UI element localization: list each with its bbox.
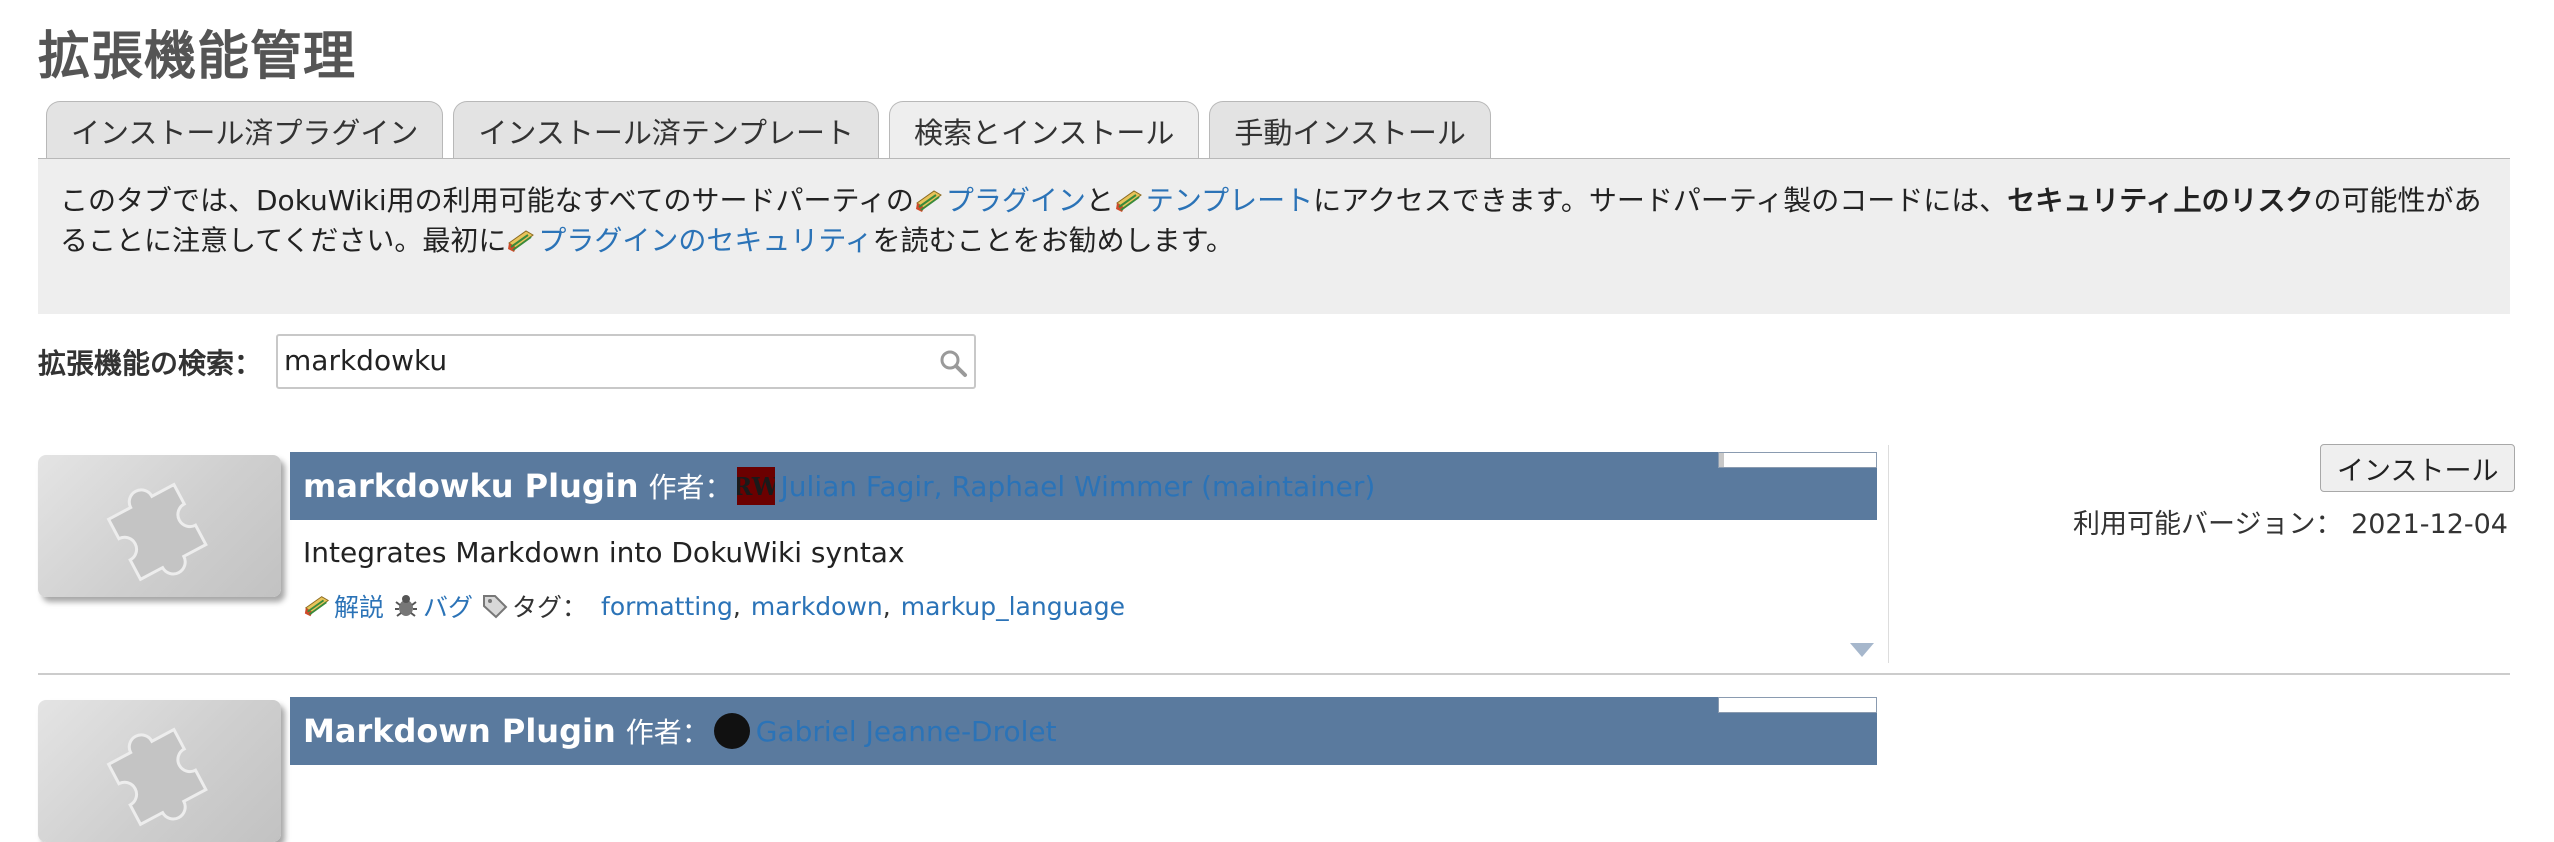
plugins-link[interactable]: プラグイン bbox=[946, 184, 1086, 217]
tag-link-formatting[interactable]: formatting bbox=[601, 592, 733, 621]
bugs-link[interactable]: バグ bbox=[423, 588, 473, 624]
wiki-link-icon bbox=[304, 596, 330, 617]
author-label: 作者： bbox=[648, 471, 733, 504]
docs-link[interactable]: 解説 bbox=[334, 588, 384, 624]
tag-separator: , bbox=[732, 591, 741, 621]
extension-header: Markdown Plugin 作者： Gabriel Jeanne-Drole… bbox=[290, 697, 1877, 765]
security-risk-text: セキュリティ上のリスク bbox=[2007, 184, 2314, 217]
tab-installed-templates[interactable]: インストール済テンプレート bbox=[453, 101, 879, 159]
tag-link-markup-language[interactable]: markup_language bbox=[901, 592, 1125, 621]
author-link[interactable]: Julian Fagir, Raphael Wimmer (maintainer… bbox=[781, 470, 1376, 503]
version-value: 2021-12-04 bbox=[2351, 509, 2508, 540]
expand-details-icon[interactable] bbox=[1849, 642, 1875, 658]
intro-text-2: と bbox=[1085, 184, 1114, 217]
author-link[interactable]: Gabriel Jeanne-Drolet bbox=[756, 715, 1057, 748]
extension-name: Markdown Plugin bbox=[303, 712, 616, 750]
page-title: 拡張機能管理 bbox=[38, 27, 357, 87]
puzzle-piece-icon bbox=[106, 727, 208, 827]
search-row: 拡張機能の検索： bbox=[38, 334, 977, 389]
templates-link[interactable]: テンプレート bbox=[1146, 184, 1313, 217]
author-avatar: RW bbox=[736, 467, 775, 505]
tags-label: タグ： bbox=[512, 593, 588, 622]
popularity-bar bbox=[1718, 452, 1877, 468]
wiki-link-icon bbox=[1115, 190, 1142, 212]
tag-icon bbox=[483, 595, 508, 619]
intro-text-3: にアクセスできます。サードパーティ製のコードには、 bbox=[1313, 184, 2008, 217]
available-version: 利用可能バージョン： 2021-12-04 bbox=[2073, 502, 2508, 541]
extension-header: markdowku Plugin 作者： RW Julian Fagir, Ra… bbox=[290, 452, 1877, 520]
plugin-security-link[interactable]: プラグインのセキュリティ bbox=[538, 224, 872, 257]
intro-text-1: このタブでは、DokuWiki用の利用可能なすべてのサードパーティの bbox=[60, 184, 914, 217]
bug-icon bbox=[395, 595, 418, 617]
wiki-link-icon bbox=[508, 230, 535, 252]
author-label: 作者： bbox=[625, 716, 710, 749]
extension-name: markdowku Plugin bbox=[303, 467, 639, 505]
result-divider bbox=[38, 673, 2510, 675]
tag-link-markdown[interactable]: markdown bbox=[751, 592, 883, 621]
search-label: 拡張機能の検索： bbox=[38, 346, 263, 380]
extension-description: Integrates Markdown into DokuWiki syntax bbox=[303, 536, 905, 569]
popularity-bar-fill bbox=[1719, 453, 1724, 467]
intro-panel: このタブでは、DokuWiki用の利用可能なすべてのサードパーティの プラグインと… bbox=[38, 158, 2510, 314]
tab-search-install[interactable]: 検索とインストール bbox=[888, 101, 1200, 160]
tab-bar: インストール済プラグイン インストール済テンプレート 検索とインストール 手動イ… bbox=[46, 101, 1491, 160]
extension-links: 解説 バグ タグ： formatting, markdown, markup_l… bbox=[303, 588, 1125, 624]
install-button[interactable]: インストール bbox=[2320, 444, 2516, 492]
tab-installed-plugins[interactable]: インストール済プラグイン bbox=[46, 101, 444, 159]
plugin-thumbnail bbox=[38, 700, 281, 842]
intro-text-5: を読むことをお勧めします。 bbox=[872, 224, 1234, 257]
plugin-thumbnail bbox=[38, 455, 281, 597]
column-divider bbox=[1888, 445, 1889, 663]
tag-separator: , bbox=[882, 591, 891, 621]
author-avatar bbox=[713, 713, 750, 749]
puzzle-piece-icon bbox=[106, 482, 208, 582]
popularity-bar bbox=[1718, 697, 1877, 713]
search-input[interactable] bbox=[278, 336, 911, 384]
tab-manual-install[interactable]: 手動インストール bbox=[1209, 101, 1491, 159]
search-icon[interactable] bbox=[936, 346, 970, 380]
version-label: 利用可能バージョン： bbox=[2073, 509, 2343, 540]
wiki-link-icon bbox=[915, 190, 942, 212]
search-box bbox=[276, 334, 977, 389]
